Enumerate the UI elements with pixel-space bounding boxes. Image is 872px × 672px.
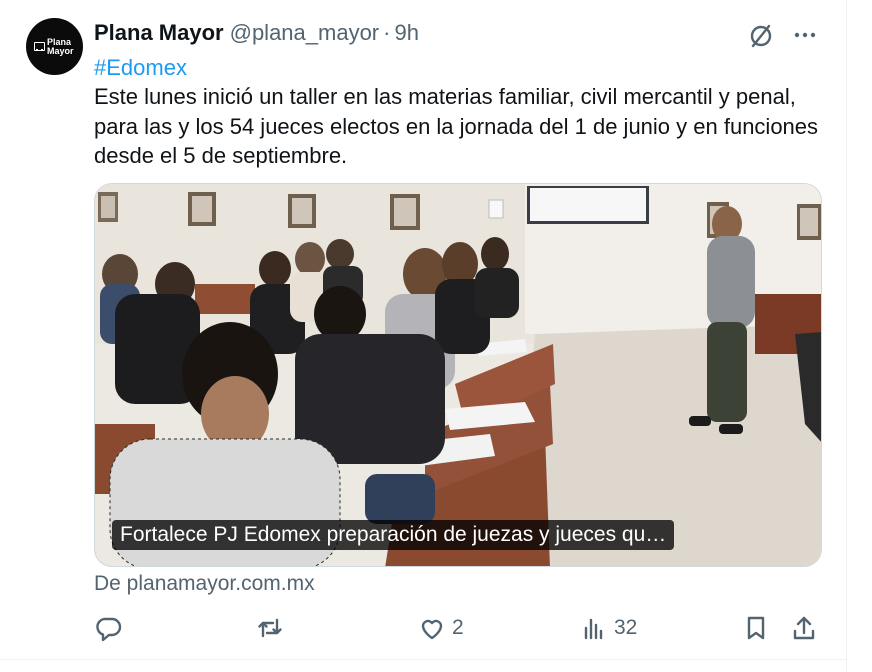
reply-icon: [96, 617, 122, 642]
header-separator: ·: [383, 20, 391, 45]
more-dots-icon[interactable]: [790, 20, 820, 50]
timeline-border: [846, 0, 847, 672]
share-button[interactable]: [790, 610, 818, 646]
avatar[interactable]: Plana Mayor: [26, 18, 83, 75]
tweet-divider: [0, 659, 846, 660]
link-card-media[interactable]: Fortalece PJ Edomex preparación de jueza…: [94, 183, 822, 567]
views-button[interactable]: 32: [580, 610, 637, 646]
avatar-logo: Plana Mayor: [34, 36, 75, 56]
like-button[interactable]: 2: [418, 610, 464, 646]
slashed-circle-icon[interactable]: [746, 20, 776, 50]
repost-button[interactable]: [256, 610, 290, 646]
hashtag-link[interactable]: #Edomex: [94, 54, 187, 82]
share-icon: [793, 616, 815, 640]
repost-icon: [258, 618, 282, 638]
views-chart-icon: [584, 618, 603, 640]
classroom-photo: [95, 184, 821, 566]
bookmark-icon: [747, 616, 765, 640]
display-name[interactable]: Plana Mayor: [94, 20, 224, 46]
user-handle[interactable]: @plana_mayor: [230, 20, 380, 46]
reply-button[interactable]: [94, 610, 128, 646]
truck-logo-icon: [34, 42, 45, 51]
timestamp[interactable]: 9h: [394, 20, 418, 46]
tweet-header: Plana Mayor @plana_mayor · 9h: [94, 18, 419, 48]
tweet-text: Este lunes inició un taller en las mater…: [94, 84, 819, 168]
link-source[interactable]: De planamayor.com.mx: [94, 570, 315, 598]
heart-icon: [421, 619, 443, 640]
bookmark-button[interactable]: [742, 610, 770, 646]
like-count: 2: [452, 616, 464, 639]
views-count: 32: [614, 616, 638, 639]
avatar-logo-text: Plana Mayor: [47, 36, 74, 56]
media-caption: Fortalece PJ Edomex preparación de jueza…: [112, 520, 675, 550]
tweet-actions: 2 32: [94, 610, 824, 646]
